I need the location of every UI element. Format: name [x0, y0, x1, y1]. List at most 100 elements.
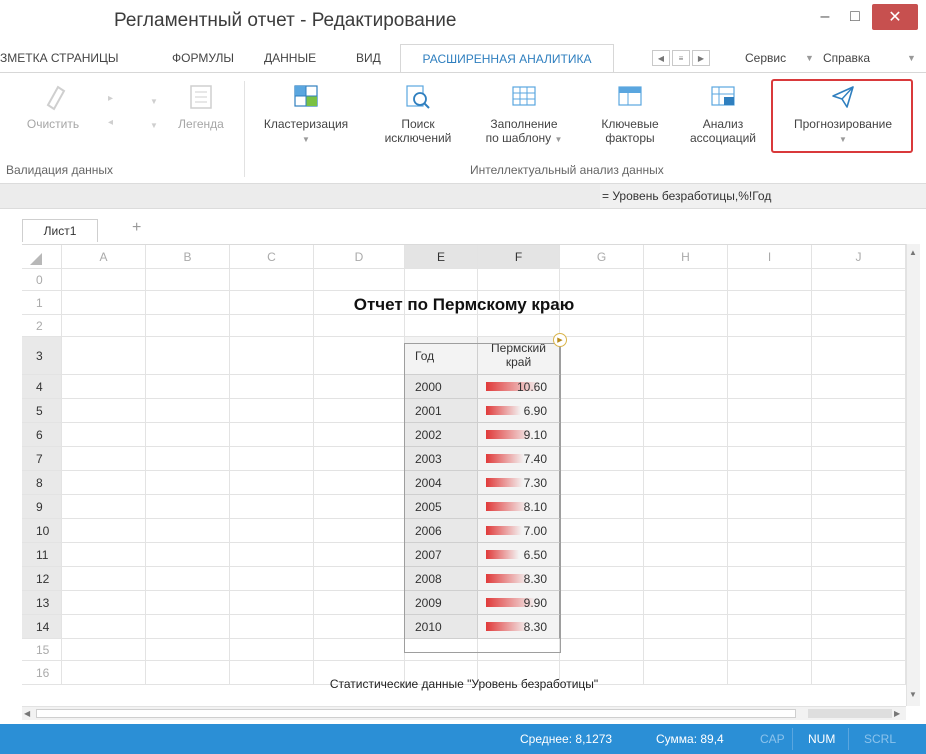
grid-cell[interactable] [314, 399, 405, 423]
grid-cell[interactable] [230, 519, 314, 543]
year-cell[interactable]: 2007 [405, 543, 478, 567]
grid-cell[interactable] [314, 615, 405, 639]
grid-cell[interactable] [230, 495, 314, 519]
unemployment-value-cell[interactable]: 9.90 [478, 591, 560, 615]
year-cell[interactable]: 2008 [405, 567, 478, 591]
year-cell[interactable]: 2006 [405, 519, 478, 543]
grid-cell[interactable] [62, 519, 146, 543]
grid-cell[interactable] [478, 639, 560, 661]
grid-cell[interactable] [644, 567, 728, 591]
close-button[interactable]: ✕ [872, 4, 918, 30]
table-header-region[interactable]: Пермский край [478, 337, 560, 375]
grid-cell[interactable] [560, 471, 644, 495]
grid-cell[interactable] [62, 471, 146, 495]
grid-cell[interactable] [314, 639, 405, 661]
column-header-a[interactable]: A [62, 245, 146, 269]
grid-cell[interactable] [812, 399, 906, 423]
tab-page-layout[interactable]: ЗМЕТКА СТРАНИЦЫ [0, 44, 119, 72]
grid-cell[interactable] [62, 615, 146, 639]
grid-cell[interactable] [314, 269, 405, 291]
grid-cell[interactable] [62, 447, 146, 471]
row-header[interactable]: 9 [22, 495, 62, 519]
grid-cell[interactable] [146, 375, 230, 399]
grid-cell[interactable] [478, 269, 560, 291]
grid-cell[interactable] [230, 269, 314, 291]
sheet-tab-1[interactable]: Лист1 [22, 219, 98, 242]
menu-service[interactable]: Сервис [745, 44, 786, 72]
grid-cell[interactable] [560, 519, 644, 543]
tab-advanced-analytics[interactable]: РАСШИРЕННАЯ АНАЛИТИКА [400, 44, 614, 73]
row-header[interactable]: 5 [22, 399, 62, 423]
scroll-up-icon[interactable]: ▲ [909, 248, 917, 257]
play-icon[interactable]: ▶ [553, 333, 567, 347]
grid-cell[interactable] [728, 423, 812, 447]
column-header-h[interactable]: H [644, 245, 728, 269]
row-header[interactable]: 11 [22, 543, 62, 567]
grid-cell[interactable] [728, 615, 812, 639]
row-header[interactable]: 12 [22, 567, 62, 591]
row-header[interactable]: 4 [22, 375, 62, 399]
grid-cell[interactable] [728, 639, 812, 661]
grid-cell[interactable] [644, 543, 728, 567]
horizontal-scroll-thumb[interactable] [36, 709, 796, 718]
row-header[interactable]: 6 [22, 423, 62, 447]
grid-cell[interactable] [560, 639, 644, 661]
unemployment-value-cell[interactable]: 10.60 [478, 375, 560, 399]
grid-cell[interactable] [812, 269, 906, 291]
grid-cell[interactable] [644, 639, 728, 661]
grid-cell[interactable] [812, 519, 906, 543]
grid-cell[interactable] [728, 315, 812, 337]
grid-cell[interactable] [230, 337, 314, 375]
tab-scroll-left-icon[interactable]: ◀ [652, 50, 670, 66]
year-cell[interactable]: 2000 [405, 375, 478, 399]
table-header-year[interactable]: Год [405, 337, 478, 375]
grid-cell[interactable] [560, 423, 644, 447]
unemployment-value-cell[interactable]: 7.40 [478, 447, 560, 471]
grid-cell[interactable] [560, 543, 644, 567]
grid-cell[interactable] [644, 615, 728, 639]
row-header[interactable]: 10 [22, 519, 62, 543]
grid-cell[interactable] [230, 315, 314, 337]
tab-data[interactable]: ДАННЫЕ [264, 44, 316, 72]
grid-cell[interactable] [560, 337, 644, 375]
grid-cell[interactable] [230, 615, 314, 639]
grid-cell[interactable] [560, 375, 644, 399]
grid-cell[interactable] [62, 315, 146, 337]
grid-cell[interactable] [230, 567, 314, 591]
grid-cell[interactable] [644, 423, 728, 447]
grid-cell[interactable] [812, 543, 906, 567]
year-cell[interactable]: 2004 [405, 471, 478, 495]
fill-by-pattern-button[interactable]: Заполнение по шаблону ▼ [474, 83, 574, 147]
grid-cell[interactable] [230, 591, 314, 615]
grid-cell[interactable] [314, 519, 405, 543]
year-cell[interactable]: 2005 [405, 495, 478, 519]
scroll-left-icon[interactable]: ◀ [24, 709, 30, 718]
grid-cell[interactable] [405, 639, 478, 661]
grid-cell[interactable] [560, 269, 644, 291]
grid-cell[interactable] [230, 543, 314, 567]
grid-cell[interactable] [728, 471, 812, 495]
unemployment-value-cell[interactable]: 6.90 [478, 399, 560, 423]
grid-cell[interactable] [62, 269, 146, 291]
select-all-corner[interactable] [22, 245, 62, 269]
add-sheet-icon[interactable]: + [132, 219, 141, 237]
tab-view[interactable]: ВИД [356, 44, 381, 72]
tab-scroll-right-icon[interactable]: ▶ [692, 50, 710, 66]
grid-cell[interactable] [146, 315, 230, 337]
find-exceptions-button[interactable]: Поиск исключений [376, 83, 460, 145]
grid-cell[interactable] [560, 399, 644, 423]
column-header-g[interactable]: G [560, 245, 644, 269]
row-header[interactable]: 13 [22, 591, 62, 615]
column-header-e[interactable]: E [405, 245, 478, 269]
grid-cell[interactable] [62, 543, 146, 567]
grid-cell[interactable] [812, 639, 906, 661]
grid-cell[interactable] [146, 399, 230, 423]
grid-cell[interactable] [230, 399, 314, 423]
grid-cell[interactable] [62, 375, 146, 399]
grid-cell[interactable] [314, 375, 405, 399]
grid-cell[interactable] [314, 315, 405, 337]
grid-cell[interactable] [146, 471, 230, 495]
formula-input[interactable]: = Уровень безработицы,%!Год [602, 189, 771, 203]
grid-cell[interactable] [812, 567, 906, 591]
grid-cell[interactable] [62, 495, 146, 519]
